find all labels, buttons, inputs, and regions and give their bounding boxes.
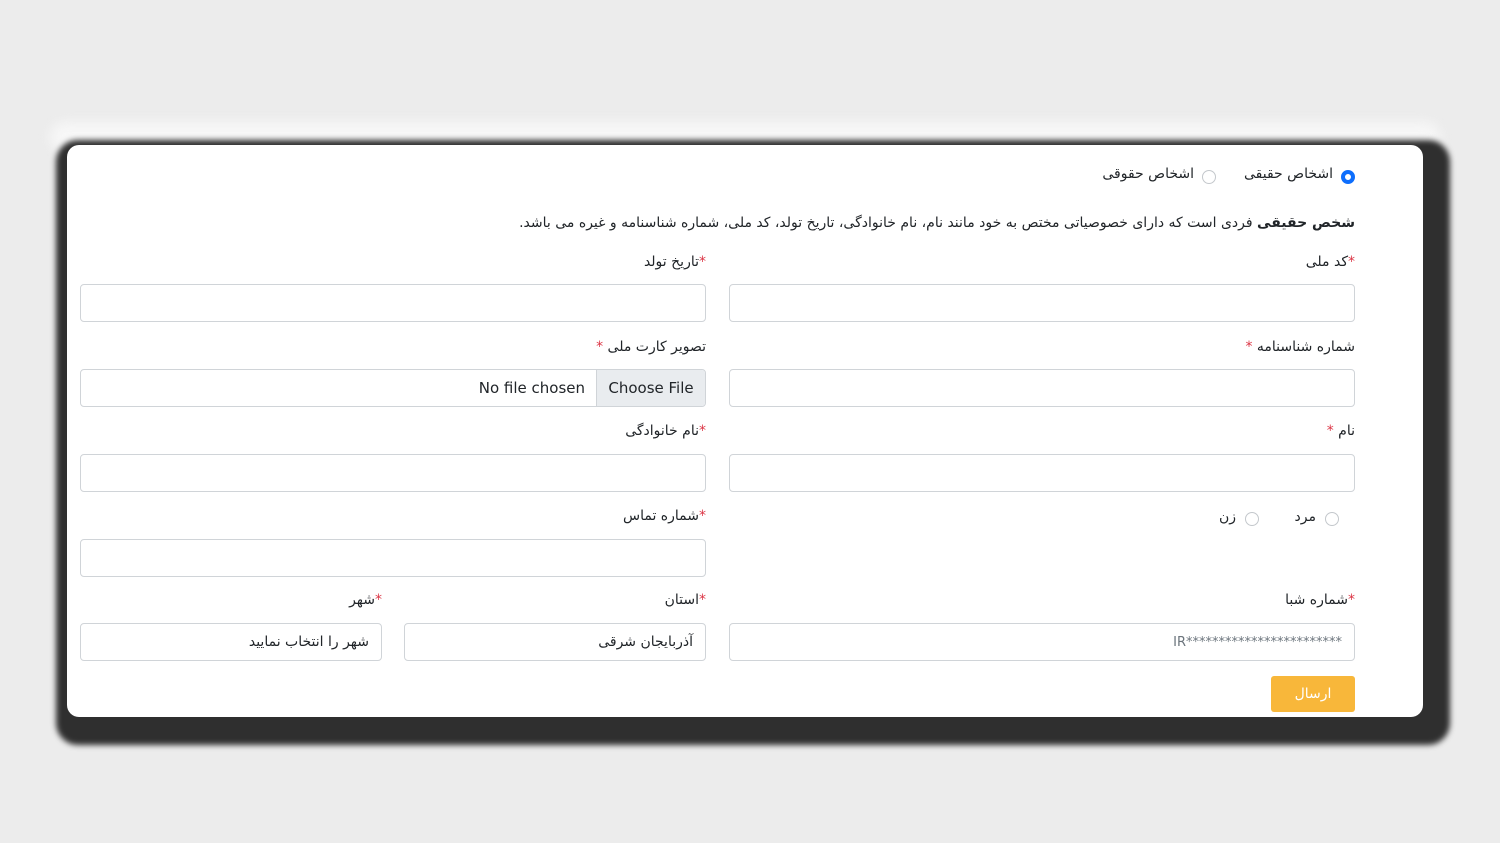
- sheba-placeholder: IR************************: [1173, 634, 1342, 650]
- file-status-text: No file chosen: [478, 379, 585, 397]
- radio-natural-person[interactable]: [1341, 170, 1355, 184]
- birth-date-input[interactable]: [80, 284, 706, 322]
- person-form-card: اشخاص حقیقی اشخاص حقوقی شخص حقیقی فردی ا…: [67, 145, 1423, 717]
- radio-gender-male[interactable]: [1325, 512, 1339, 526]
- id-number-input[interactable]: [729, 369, 1355, 407]
- national-card-file-input[interactable]: Choose File No file chosen: [80, 369, 706, 407]
- national-code-input[interactable]: [729, 284, 1355, 322]
- national-code-label: *کد ملی: [1305, 254, 1355, 270]
- national-card-image-label: تصویر کارت ملی *: [596, 339, 706, 355]
- radio-legal-person[interactable]: [1202, 170, 1216, 184]
- first-name-label: نام *: [1326, 423, 1355, 439]
- sheba-input[interactable]: IR************************: [729, 623, 1355, 661]
- radio-gender-female-label[interactable]: زن: [1219, 509, 1236, 525]
- radio-gender-female[interactable]: [1245, 512, 1259, 526]
- phone-label: *شماره تماس: [623, 508, 706, 524]
- description-bold: شخص حقیقی: [1257, 215, 1355, 231]
- first-name-input[interactable]: [729, 454, 1355, 492]
- id-number-label: شماره شناسنامه *: [1245, 339, 1355, 355]
- submit-button[interactable]: ارسال: [1271, 676, 1355, 712]
- city-select[interactable]: شهر را انتخاب نمایید: [80, 623, 382, 661]
- city-value: شهر را انتخاب نمایید: [248, 634, 369, 650]
- person-type-description: شخص حقیقی فردی است که دارای خصوصیاتی مخت…: [519, 215, 1355, 231]
- sheba-label: *شماره شبا: [1285, 592, 1355, 608]
- radio-natural-person-label[interactable]: اشخاص حقیقی: [1244, 166, 1333, 182]
- last-name-input[interactable]: [80, 454, 706, 492]
- radio-legal-person-label[interactable]: اشخاص حقوقی: [1102, 166, 1194, 182]
- province-select[interactable]: آذربایجان شرقی: [404, 623, 706, 661]
- city-label: *شهر: [349, 592, 382, 608]
- radio-gender-male-label[interactable]: مرد: [1295, 509, 1316, 525]
- province-label: *استان: [664, 592, 706, 608]
- phone-input[interactable]: [80, 539, 706, 577]
- last-name-label: *نام خانوادگی: [625, 423, 706, 439]
- description-text: فردی است که دارای خصوصیاتی مختص به خود م…: [519, 215, 1258, 231]
- province-value: آذربایجان شرقی: [598, 634, 693, 650]
- birth-date-label: *تاریخ تولد: [643, 254, 706, 270]
- choose-file-button[interactable]: Choose File: [596, 370, 705, 406]
